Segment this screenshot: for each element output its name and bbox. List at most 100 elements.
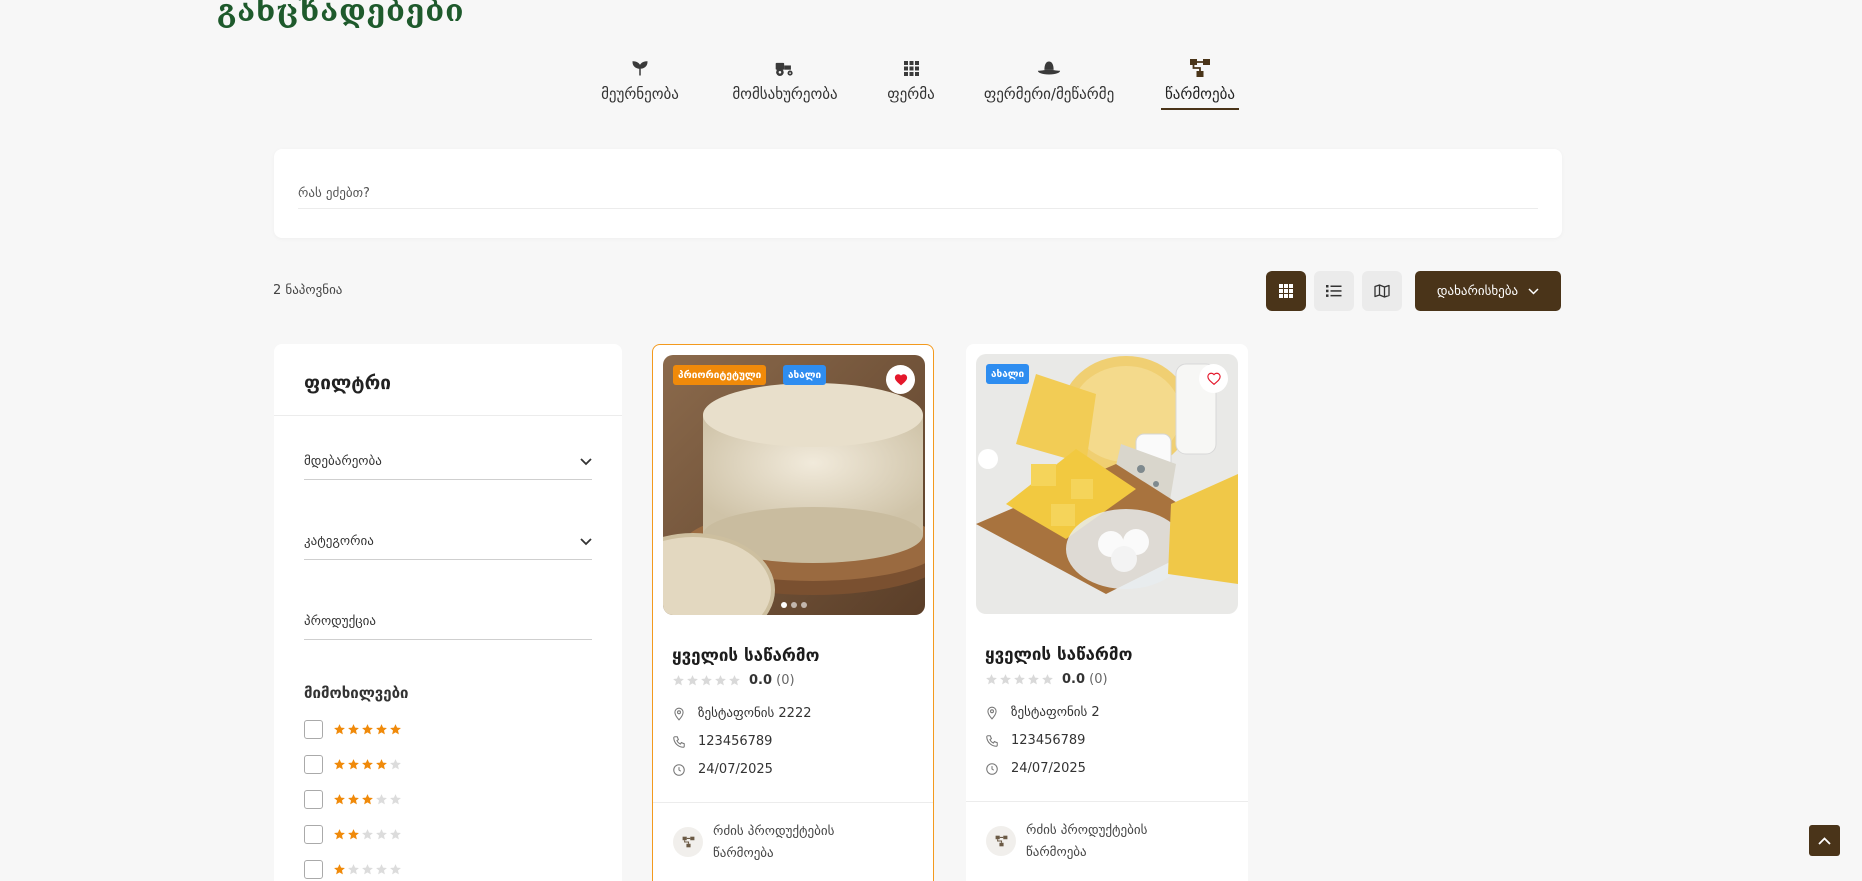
carousel-dot[interactable] bbox=[791, 602, 797, 608]
rating-checkbox[interactable] bbox=[304, 790, 323, 809]
star-icon bbox=[986, 674, 997, 685]
listing-phone: 123456789 bbox=[985, 733, 1085, 748]
star-icon bbox=[687, 675, 698, 686]
rating-checkbox[interactable] bbox=[304, 860, 323, 879]
filter-title: ფილტრი bbox=[304, 372, 391, 394]
star-icon bbox=[334, 829, 345, 840]
rating-stars bbox=[333, 793, 402, 806]
tractor-icon bbox=[726, 55, 844, 81]
star-icon bbox=[729, 675, 740, 686]
listing-title[interactable]: ყველის საწარმო bbox=[985, 645, 1132, 665]
rating-filter-3[interactable] bbox=[304, 790, 402, 809]
rating-stars bbox=[333, 723, 402, 736]
product-placeholder: პროდუქცია bbox=[304, 614, 377, 629]
chevron-down-icon bbox=[580, 537, 592, 545]
sort-button[interactable]: დახარისხება bbox=[1415, 271, 1561, 311]
carousel-dot[interactable] bbox=[781, 602, 787, 608]
grid-view-button[interactable] bbox=[1266, 271, 1306, 311]
rating-value: 0.0 bbox=[1062, 672, 1086, 687]
search-input[interactable] bbox=[298, 179, 1538, 209]
star-icon bbox=[1028, 674, 1039, 685]
grid-view-icon bbox=[1279, 284, 1293, 298]
rating-checkbox[interactable] bbox=[304, 720, 323, 739]
category-tabs: მეურნეობა მომსახურეობა ფერმა ფერმერი/მეწ… bbox=[0, 55, 1862, 120]
star-icon bbox=[376, 864, 387, 875]
listing-title[interactable]: ყველის საწარმო bbox=[672, 646, 819, 666]
rating-filter-1[interactable] bbox=[304, 860, 402, 879]
location-pin-icon bbox=[674, 707, 684, 721]
star-icon bbox=[376, 724, 387, 735]
star-icon bbox=[348, 829, 359, 840]
cheese-wheel-photo bbox=[663, 355, 925, 615]
rating-checkbox[interactable] bbox=[304, 755, 323, 774]
listing-date: 24/07/2025 bbox=[985, 761, 1086, 776]
listing-image[interactable]: პრიორიტეტული ახალი bbox=[663, 355, 925, 615]
rating-filter-5[interactable] bbox=[304, 720, 402, 739]
rating-filter-2[interactable] bbox=[304, 825, 402, 844]
phone-text: 123456789 bbox=[698, 734, 773, 749]
star-icon bbox=[362, 864, 373, 875]
tab-farmer[interactable]: ფერმერი/მეწარმე bbox=[975, 55, 1123, 108]
result-count: 2 ნაპოვნია bbox=[273, 283, 343, 298]
filter-panel: ფილტრი მდებარეობა კატეგორია პროდუქცია მი… bbox=[274, 344, 622, 881]
production-icon bbox=[986, 826, 1016, 856]
listing-image[interactable]: ახალი bbox=[976, 354, 1238, 614]
star-icon bbox=[1014, 674, 1025, 685]
tab-services[interactable]: მომსახურეობა bbox=[726, 55, 844, 108]
rating-stars bbox=[333, 828, 402, 841]
category-text: რძის პროდუქტების წარმოება bbox=[713, 824, 835, 861]
listing-phone: 123456789 bbox=[672, 734, 772, 749]
rating-checkbox[interactable] bbox=[304, 825, 323, 844]
divider bbox=[653, 802, 933, 803]
phone-text: 123456789 bbox=[1011, 733, 1086, 748]
favorite-button[interactable] bbox=[886, 365, 915, 394]
tab-farming[interactable]: მეურნეობა bbox=[595, 55, 685, 108]
category-select[interactable]: კატეგორია bbox=[304, 524, 592, 560]
listing-category[interactable]: რძის პროდუქტების წარმოება bbox=[673, 821, 883, 865]
rating-filter-4[interactable] bbox=[304, 755, 402, 774]
star-icon bbox=[376, 829, 387, 840]
listing-date: 24/07/2025 bbox=[672, 762, 773, 777]
page-title: განცხადებები bbox=[217, 0, 465, 29]
tab-farm[interactable]: ფერმა bbox=[884, 55, 938, 108]
star-icon bbox=[1000, 674, 1011, 685]
search-card bbox=[274, 149, 1562, 238]
address-text: ზესტაფონის 2 bbox=[1011, 705, 1100, 720]
location-select[interactable]: მდებარეობა bbox=[304, 444, 592, 480]
star-icon bbox=[376, 759, 387, 770]
star-icon bbox=[334, 864, 345, 875]
address-text: ზესტაფონის 2222 bbox=[698, 706, 812, 721]
scroll-to-top-button[interactable] bbox=[1809, 825, 1840, 856]
phone-icon bbox=[986, 734, 998, 747]
star-icon bbox=[390, 864, 401, 875]
tab-production[interactable]: წარმოება bbox=[1161, 55, 1239, 110]
cheese-assortment-photo bbox=[976, 354, 1238, 614]
production-icon bbox=[673, 827, 703, 857]
star-icon bbox=[362, 724, 373, 735]
favorite-button[interactable] bbox=[1199, 364, 1228, 393]
tab-label: ფერმა bbox=[887, 85, 935, 103]
location-label: მდებარეობა bbox=[304, 454, 382, 469]
listing-card[interactable]: პრიორიტეტული ახალი ყველის საწარმო 0.0 (0… bbox=[652, 344, 934, 881]
listing-category[interactable]: რძის პროდუქტების წარმოება bbox=[986, 820, 1196, 864]
listing-card[interactable]: ახალი ყველის საწარმო 0.0 (0) ზესტაფონის … bbox=[966, 344, 1248, 881]
star-icon bbox=[362, 829, 373, 840]
tab-label: ფერმერი/მეწარმე bbox=[983, 85, 1115, 103]
star-icon bbox=[390, 724, 401, 735]
map-view-button[interactable] bbox=[1362, 271, 1402, 311]
star-icon bbox=[390, 759, 401, 770]
heart-icon bbox=[894, 374, 907, 386]
sort-label: დახარისხება bbox=[1436, 283, 1519, 299]
list-view-icon bbox=[1326, 285, 1342, 297]
chevron-up-icon bbox=[1818, 836, 1831, 845]
category-text: რძის პროდუქტების წარმოება bbox=[1026, 823, 1148, 860]
sprout-icon bbox=[595, 55, 685, 81]
star-icon bbox=[348, 864, 359, 875]
grid-icon bbox=[884, 55, 938, 81]
carousel-dot[interactable] bbox=[801, 602, 807, 608]
list-view-button[interactable] bbox=[1314, 271, 1354, 311]
star-icon bbox=[1042, 674, 1053, 685]
product-input[interactable]: პროდუქცია bbox=[304, 604, 592, 640]
star-icon bbox=[376, 794, 387, 805]
date-text: 24/07/2025 bbox=[1011, 761, 1086, 776]
